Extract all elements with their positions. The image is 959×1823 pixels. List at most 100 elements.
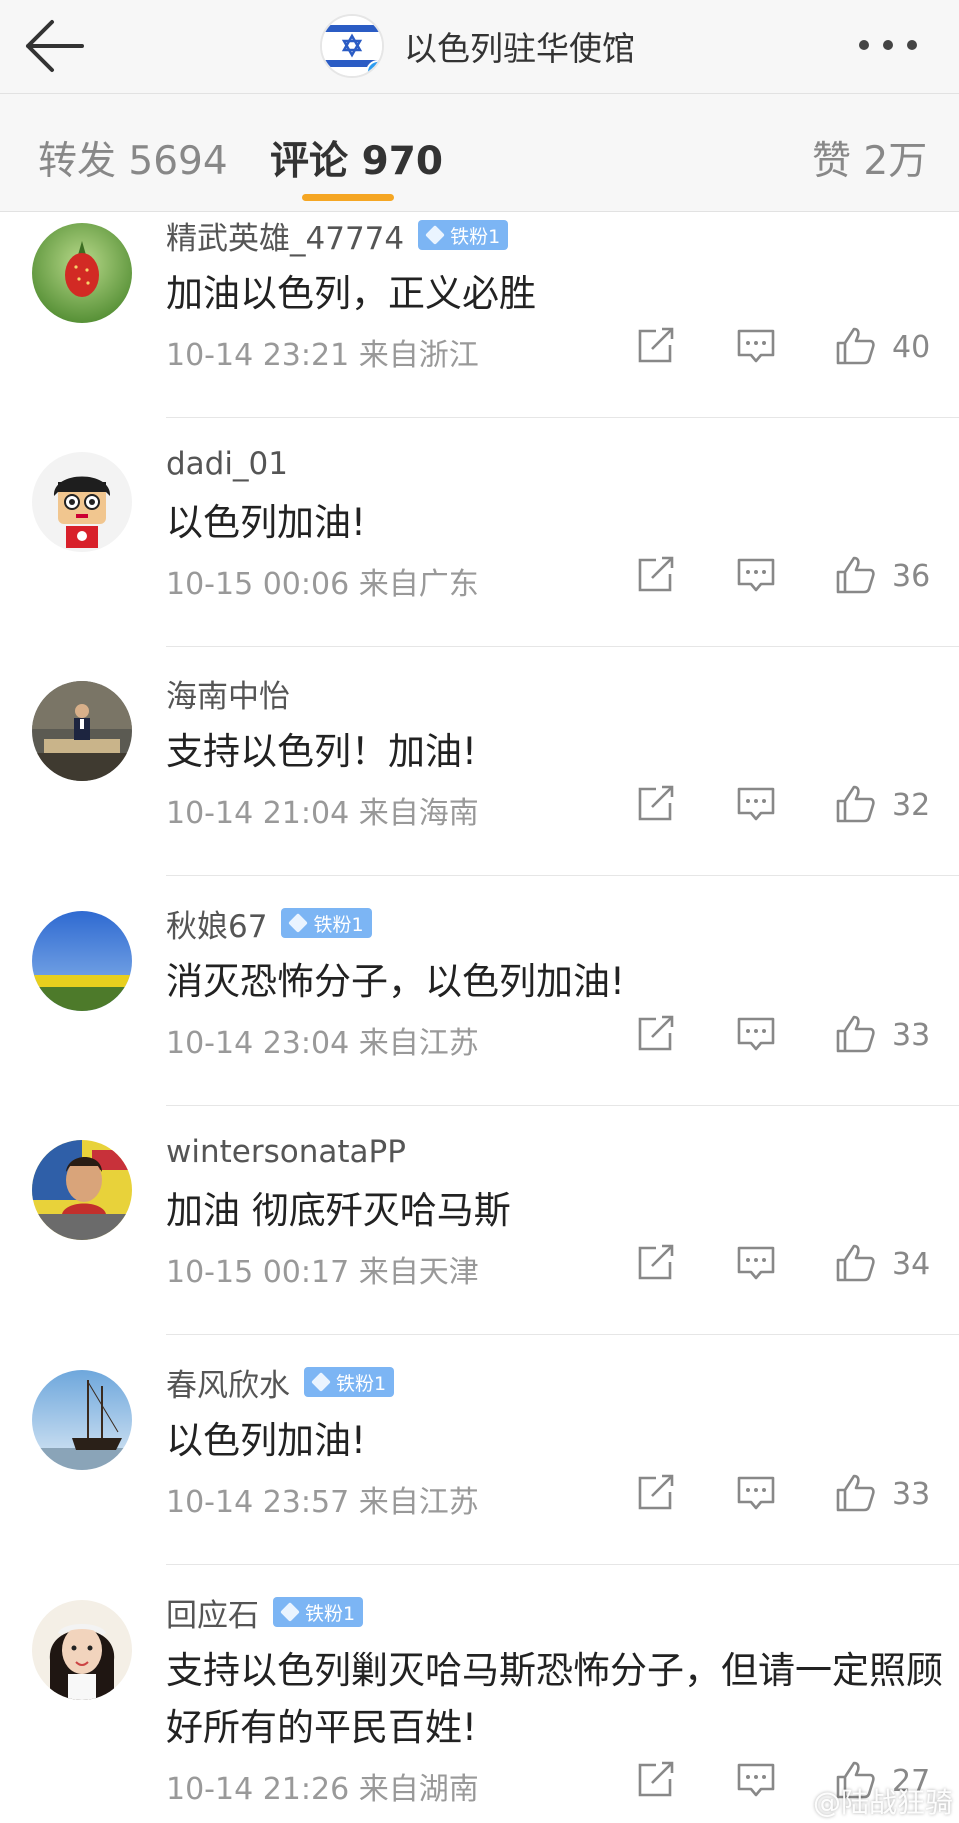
like-button[interactable] — [832, 1470, 878, 1516]
badge-label: 铁粉1 — [450, 225, 501, 248]
back-button[interactable] — [18, 10, 98, 82]
thumbs-up-icon — [836, 556, 875, 594]
reply-button[interactable] — [733, 552, 779, 598]
comment-location: 来自江苏 — [358, 1026, 479, 1061]
comment-time: 10-14 21:26 — [166, 1772, 350, 1807]
tab-reposts[interactable]: 转发 5694 — [38, 130, 228, 186]
share-icon — [638, 1244, 674, 1280]
divider — [166, 646, 959, 647]
like-count: 36 — [892, 559, 931, 594]
repost-button[interactable] — [632, 1011, 678, 1057]
comment-author: dadi_01 — [166, 444, 288, 484]
repost-button[interactable] — [632, 323, 678, 369]
like-count: 34 — [892, 1247, 931, 1282]
thumbs-up-icon — [836, 1015, 875, 1053]
repost-button[interactable] — [632, 552, 678, 598]
thumbs-up-icon — [836, 1244, 875, 1282]
comment-author: 海南中怡 — [166, 671, 290, 716]
repost-button[interactable] — [632, 781, 678, 827]
comment-item: 海南中怡 支持以色列！加油! 10-14 21:04 来自海南 32 — [0, 673, 959, 902]
like-count: 33 — [892, 1477, 931, 1512]
repost-button[interactable] — [632, 1240, 678, 1286]
username[interactable]: 春风欣水 — [166, 1360, 290, 1405]
username[interactable]: dadi_01 — [166, 446, 288, 482]
comment-text: 加油以色列，正义必胜 — [166, 272, 536, 315]
avatar[interactable] — [32, 681, 132, 781]
avatar[interactable] — [32, 452, 132, 552]
comment-meta: 10-15 00:06 来自广东 — [166, 559, 479, 603]
fan-badge: 铁粉1 — [281, 908, 372, 938]
username[interactable]: wintersonataPP — [166, 1134, 406, 1170]
comment-meta: 10-14 21:26 来自湖南 — [166, 1764, 479, 1808]
comment-location: 来自浙江 — [358, 338, 479, 373]
diamond-icon — [280, 1602, 300, 1622]
reply-button[interactable] — [733, 1470, 779, 1516]
share-icon — [638, 327, 674, 363]
comment-text: 加油 彻底歼灭哈马斯 — [166, 1189, 511, 1232]
avatar[interactable] — [32, 1600, 132, 1700]
reply-button[interactable] — [733, 781, 779, 827]
like-button[interactable] — [832, 781, 878, 827]
fan-badge: 铁粉1 — [273, 1597, 364, 1627]
like-button[interactable] — [832, 552, 878, 598]
username[interactable]: 精武英雄_47774 — [166, 213, 404, 258]
avatar[interactable] — [32, 1140, 132, 1240]
comment-text: 支持以色列！加油! — [166, 730, 477, 773]
comment-time: 10-15 00:06 — [166, 567, 350, 602]
comment-author: 春风欣水 铁粉1 — [166, 1360, 395, 1405]
thumbs-up-icon — [836, 1474, 875, 1512]
reply-button[interactable] — [733, 323, 779, 369]
divider — [166, 875, 959, 876]
comment-author: 回应石 铁粉1 — [166, 1590, 364, 1635]
like-button[interactable] — [832, 1011, 878, 1057]
comment-icon — [737, 558, 775, 592]
account-avatar[interactable]: ✓ — [320, 14, 384, 78]
repost-button[interactable] — [632, 1470, 678, 1516]
comment-meta: 10-14 23:57 来自江苏 — [166, 1477, 479, 1521]
tab-comments[interactable]: 评论 970 — [270, 130, 443, 186]
top-bar: ✓ 以色列驻华使馆 — [0, 0, 959, 94]
comment-text: 以色列加油! — [166, 1419, 366, 1462]
tab-bar: 转发 5694 评论 970 赞 2万 — [0, 94, 959, 212]
avatar[interactable] — [32, 911, 132, 1011]
reply-button[interactable] — [733, 1240, 779, 1286]
username[interactable]: 秋娘67 — [166, 901, 267, 946]
username[interactable]: 回应石 — [166, 1590, 259, 1635]
reply-button[interactable] — [733, 1757, 779, 1803]
comment-icon — [737, 329, 775, 363]
badge-label: 铁粉1 — [336, 1372, 387, 1395]
comment-author: wintersonataPP — [166, 1132, 406, 1172]
comment-icon — [737, 1476, 775, 1510]
comment-location: 来自海南 — [358, 796, 479, 831]
repost-button[interactable] — [632, 1757, 678, 1803]
comment-author: 秋娘67 铁粉1 — [166, 901, 372, 946]
reply-button[interactable] — [733, 1011, 779, 1057]
comment-item: 春风欣水 铁粉1 以色列加油! 10-14 23:57 来自江苏 33 — [0, 1362, 959, 1591]
sailboat-avatar-image — [32, 1370, 132, 1470]
comment-icon — [737, 787, 775, 821]
like-count: 32 — [892, 788, 931, 823]
more-button[interactable] — [853, 30, 923, 60]
account-header[interactable]: ✓ 以色列驻华使馆 — [320, 6, 635, 86]
tab-likes[interactable]: 赞 2万 — [812, 130, 927, 186]
comment-meta: 10-14 23:21 来自浙江 — [166, 330, 479, 374]
badge-label: 铁粉1 — [313, 913, 364, 936]
more-dots-icon — [859, 40, 917, 50]
like-button[interactable] — [832, 323, 878, 369]
fan-badge: 铁粉1 — [418, 220, 509, 250]
comment-icon — [737, 1017, 775, 1051]
username[interactable]: 海南中怡 — [166, 671, 290, 716]
comment-time: 10-14 21:04 — [166, 796, 350, 831]
comment-meta: 10-14 21:04 来自海南 — [166, 788, 479, 832]
comment-item: dadi_01 以色列加油! 10-15 00:06 来自广东 36 — [0, 444, 959, 673]
comment-icon — [737, 1763, 775, 1797]
comment-icon — [737, 1246, 775, 1280]
like-count: 33 — [892, 1018, 931, 1053]
divider — [166, 417, 959, 418]
comment-item: 秋娘67 铁粉1 消灭恐怖分子，以色列加油! 10-14 23:04 来自江苏 … — [0, 903, 959, 1132]
portrait-avatar-image — [32, 1600, 132, 1700]
avatar[interactable] — [32, 1370, 132, 1470]
comment-time: 10-14 23:57 — [166, 1485, 350, 1520]
like-button[interactable] — [832, 1240, 878, 1286]
avatar[interactable] — [32, 223, 132, 323]
